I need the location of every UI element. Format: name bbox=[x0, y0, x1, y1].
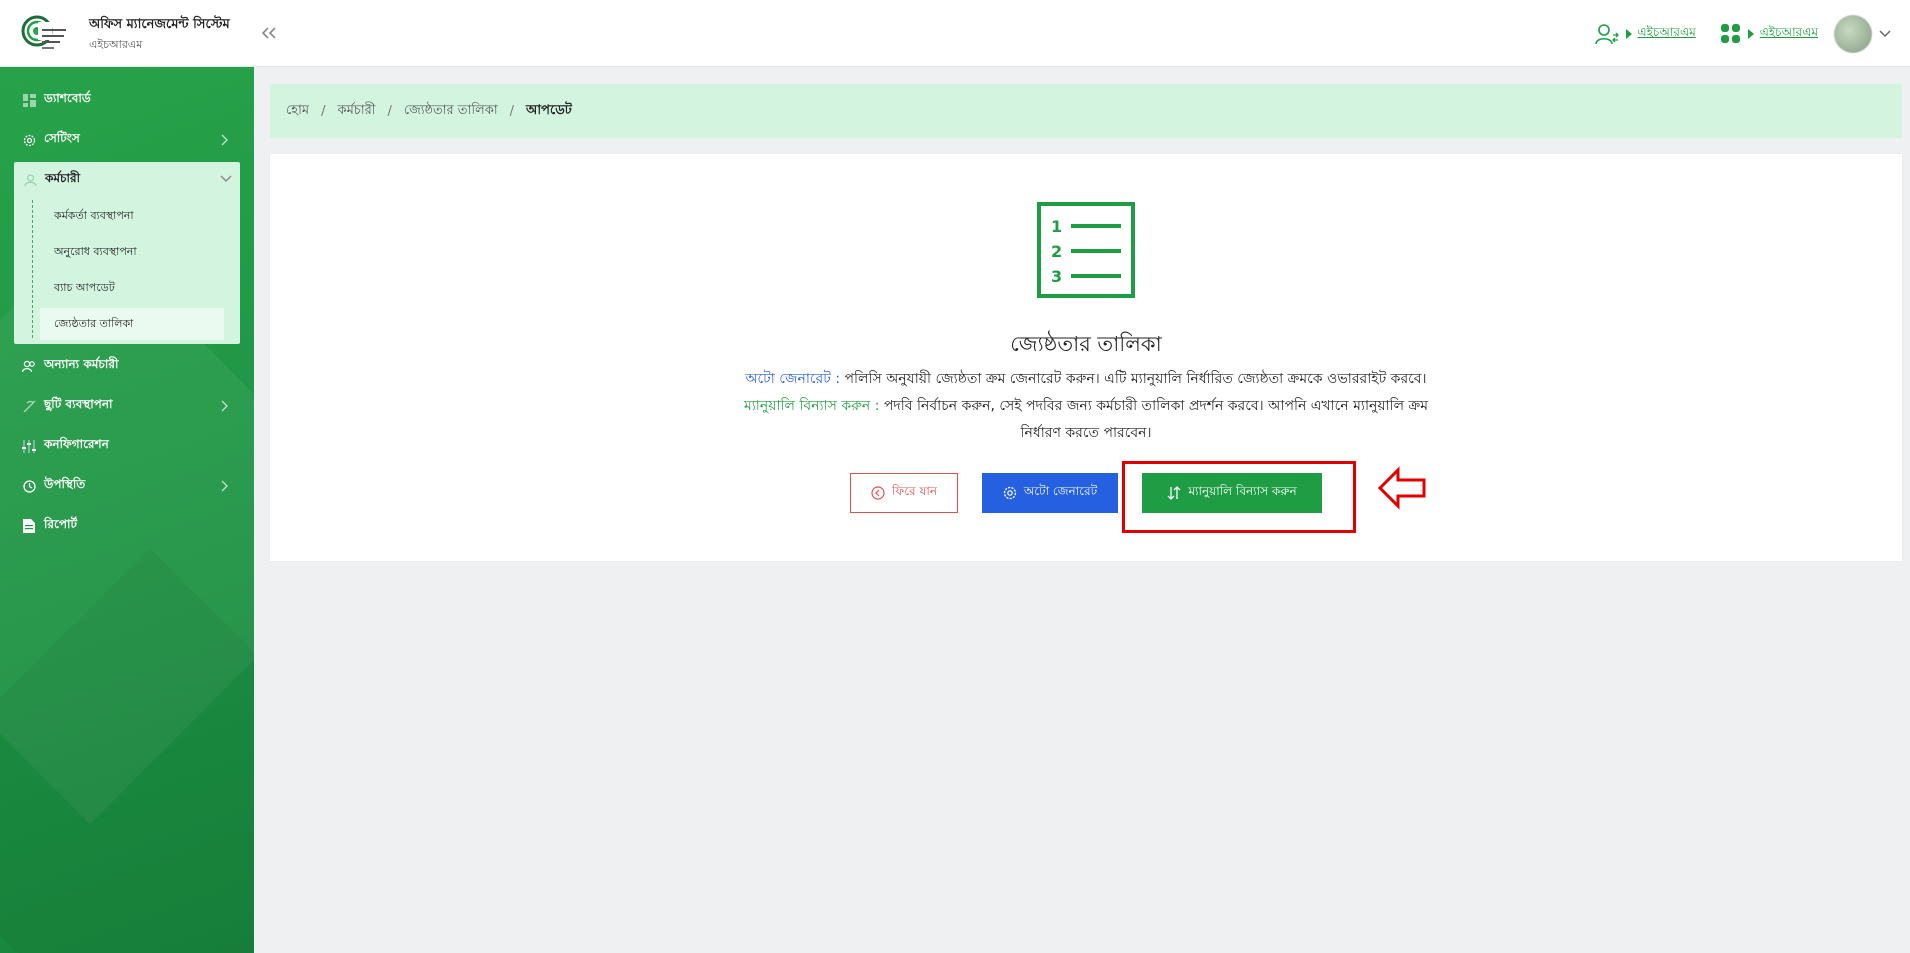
breadcrumb-seniority-list[interactable]: জ্যেষ্ঠতার তালিকা bbox=[404, 101, 498, 122]
numbered-list-icon: 1 2 3 bbox=[1037, 202, 1135, 298]
apps-group[interactable]: এইচআরএম bbox=[1720, 23, 1818, 45]
sidebar-item-leave-management[interactable]: ছুটি ব্যবস্থাপনা bbox=[0, 386, 254, 426]
sidebar-item-settings[interactable]: সেটিংস bbox=[0, 120, 254, 160]
apps-grid-icon bbox=[1720, 24, 1740, 43]
seniority-card: 1 2 3 জ্যেষ্ঠতার তালিকা অটো জেনারেট : পল… bbox=[270, 154, 1902, 561]
users-icon bbox=[22, 359, 36, 373]
auto-generate-label: অটো জেনারেট : bbox=[745, 371, 841, 387]
auto-generate-description: অটো জেনারেট : পলিসি অনুযায়ী জ্যেষ্ঠতা ক… bbox=[270, 366, 1902, 393]
sidebar-employee-group: কর্মচারী কর্মকর্তা ব্যবস্থাপনা অনুরোধ ব্… bbox=[14, 162, 240, 344]
clock-icon bbox=[22, 479, 36, 493]
breadcrumb-current: আপডেট bbox=[526, 102, 572, 118]
sidebar-item-label: ড্যাশবোর্ড bbox=[44, 91, 91, 105]
svg-text:3: 3 bbox=[1051, 267, 1062, 286]
users-icon bbox=[23, 173, 37, 187]
app-subtitle: এইচআরএম bbox=[89, 38, 143, 51]
breadcrumb-employee[interactable]: কর্মচারী bbox=[337, 101, 375, 122]
user-switch-group[interactable]: এইচআরএম bbox=[1594, 22, 1696, 46]
breadcrumb-separator: / bbox=[509, 103, 514, 119]
manual-arrange-description-line2: নির্ধারণ করতে পারবেন। bbox=[270, 420, 1902, 447]
logo bbox=[20, 14, 70, 52]
sidebar-item-label: রিপোর্ট bbox=[44, 517, 78, 531]
card-title: জ্যেষ্ঠতার তালিকা bbox=[1010, 332, 1162, 356]
chevron-down-icon bbox=[220, 175, 232, 182]
sidebar-subitem-officer-management[interactable]: কর্মকর্তা ব্যবস্থাপনা bbox=[40, 200, 224, 232]
back-button[interactable]: ফিরে যান bbox=[850, 473, 958, 513]
chevron-right-icon bbox=[221, 480, 228, 492]
top-bar: অফিস ম্যানেজমেন্ট সিস্টেম এইচআরএম এইচআরএ… bbox=[0, 0, 1910, 67]
sidebar-item-label: উপস্থিতি bbox=[44, 477, 86, 491]
back-circle-icon bbox=[871, 486, 885, 500]
manual-arrange-text: নির্ধারণ করতে পারবেন। bbox=[1020, 425, 1152, 441]
manual-arrange-label: ম্যানুয়ালি বিন্যাস করুন : bbox=[743, 398, 880, 414]
manual-arrange-text: পদবি নির্বাচন করুন, সেই পদবির জন্য কর্মচ… bbox=[883, 398, 1429, 414]
sidebar-item-report[interactable]: রিপোর্ট bbox=[0, 506, 254, 546]
sidebar: ড্যাশবোর্ড সেটিংস কর্মচারী কর্মকর্তা ব্য… bbox=[0, 67, 254, 953]
sidebar-subitem-request-management[interactable]: অনুরোধ ব্যবস্থাপনা bbox=[40, 236, 224, 268]
sidebar-item-attendance[interactable]: উপস্থিতি bbox=[0, 466, 254, 506]
breadcrumb-home[interactable]: হোম bbox=[286, 101, 309, 122]
sidebar-nav: ড্যাশবোর্ড সেটিংস কর্মচারী কর্মকর্তা ব্য… bbox=[0, 67, 254, 546]
caret-right-icon bbox=[1625, 29, 1632, 39]
apps-link[interactable]: এইচআরএম bbox=[1760, 24, 1818, 44]
annotation-arrow-left-icon bbox=[1378, 466, 1426, 510]
chevron-right-icon bbox=[221, 134, 228, 146]
sidebar-item-label: সেটিংস bbox=[44, 131, 80, 145]
back-button-label: ফিরে যান bbox=[892, 484, 937, 498]
sidebar-item-label: কর্মচারী bbox=[45, 171, 81, 185]
app-title: অফিস ম্যানেজমেন্ট সিস্টেম bbox=[89, 17, 230, 32]
profile-menu[interactable] bbox=[1834, 15, 1892, 53]
gear-icon bbox=[22, 133, 36, 147]
sidebar-subitem-batch-update[interactable]: ব্যাচ আপডেট bbox=[40, 272, 224, 304]
document-icon bbox=[22, 519, 36, 533]
breadcrumb: হোম / কর্মচারী / জ্যেষ্ঠতার তালিকা / আপড… bbox=[270, 84, 1902, 138]
dashboard-icon bbox=[22, 93, 36, 107]
avatar[interactable] bbox=[1834, 15, 1872, 53]
header-right: এইচআরএম এইচআরএম bbox=[1594, 15, 1893, 53]
sidebar-item-configuration[interactable]: কনফিগারেশন bbox=[0, 426, 254, 466]
auto-generate-text: পলিসি অনুযায়ী জ্যেষ্ঠতা ক্রম জেনারেট কর… bbox=[844, 371, 1427, 387]
auto-generate-button-label: অটো জেনারেট bbox=[1023, 484, 1098, 498]
sidebar-subitem-seniority-list[interactable]: জ্যেষ্ঠতার তালিকা bbox=[40, 308, 224, 340]
chevron-down-icon bbox=[1879, 30, 1891, 38]
annotation-highlight-box bbox=[1122, 461, 1356, 533]
sidebar-item-label: ছুটি ব্যবস্থাপনা bbox=[44, 397, 113, 411]
sidebar-item-label: অন্যান্য কর্মচারী bbox=[44, 357, 119, 371]
chevron-right-icon bbox=[221, 400, 228, 412]
sidebar-item-dashboard[interactable]: ড্যাশবোর্ড bbox=[0, 80, 254, 120]
collapse-sidebar-button[interactable] bbox=[256, 20, 282, 46]
user-switch-icon bbox=[1594, 24, 1619, 45]
double-chevron-left-icon bbox=[261, 27, 276, 39]
gear-icon bbox=[1003, 486, 1017, 500]
sliders-icon bbox=[22, 439, 36, 453]
submenu-guide-line bbox=[32, 200, 33, 338]
leave-icon bbox=[22, 399, 36, 413]
sidebar-item-other-employees[interactable]: অন্যান্য কর্মচারী bbox=[0, 346, 254, 386]
sidebar-item-employee[interactable]: কর্মচারী bbox=[14, 162, 240, 198]
manual-arrange-description: ম্যানুয়ালি বিন্যাস করুন : পদবি নির্বাচন… bbox=[270, 393, 1902, 420]
breadcrumb-separator: / bbox=[387, 103, 392, 119]
caret-right-icon bbox=[1747, 29, 1754, 39]
user-link[interactable]: এইচআরএম bbox=[1638, 24, 1696, 44]
auto-generate-button[interactable]: অটো জেনারেট bbox=[982, 473, 1118, 513]
svg-text:2: 2 bbox=[1051, 242, 1062, 261]
svg-text:1: 1 bbox=[1051, 217, 1062, 236]
sidebar-item-label: কনফিগারেশন bbox=[44, 437, 109, 451]
breadcrumb-separator: / bbox=[321, 103, 326, 119]
